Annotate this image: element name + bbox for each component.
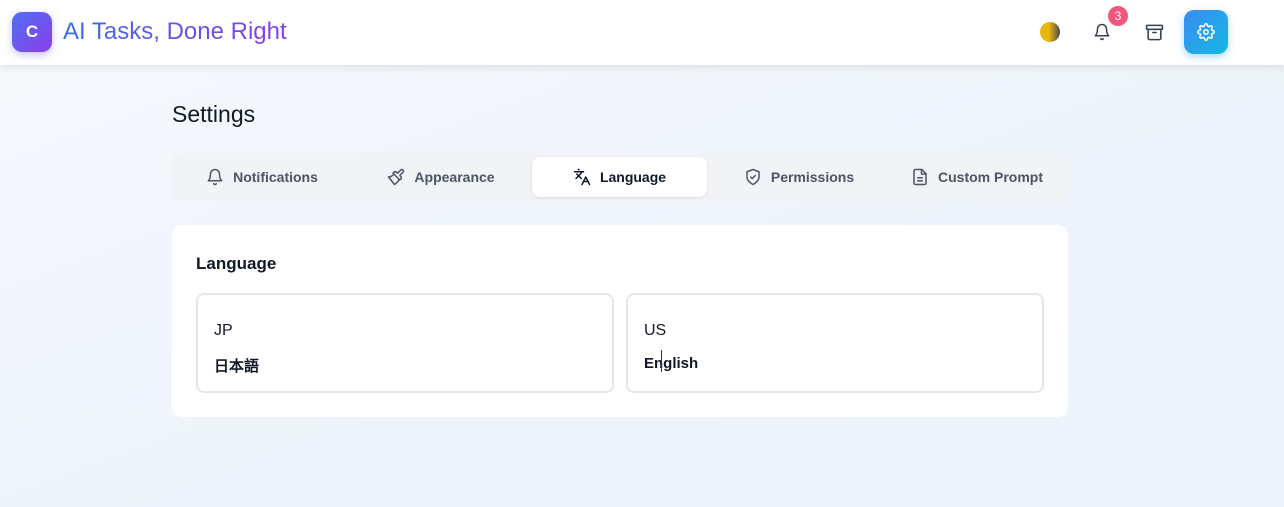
settings-button[interactable] bbox=[1184, 10, 1228, 54]
language-name: English bbox=[644, 355, 699, 372]
document-icon bbox=[913, 168, 927, 186]
translate-icon bbox=[573, 168, 591, 186]
app-logo[interactable]: C bbox=[12, 12, 52, 52]
tab-permissions[interactable]: Permissions bbox=[712, 157, 886, 197]
text-cursor bbox=[661, 350, 662, 372]
tab-notifications[interactable]: Notifications bbox=[176, 157, 348, 197]
settings-tabs: Notifications Appearance Language Permis… bbox=[172, 153, 1068, 201]
language-option-jp[interactable]: JP 日本語 bbox=[196, 293, 614, 393]
gear-icon bbox=[1197, 23, 1215, 41]
language-card: Language JP 日本語 US English bbox=[172, 225, 1068, 417]
tab-language[interactable]: Language bbox=[532, 157, 707, 197]
tab-custom-prompt[interactable]: Custom Prompt bbox=[890, 157, 1064, 197]
tab-label: Permissions bbox=[770, 169, 855, 185]
bell-icon bbox=[1094, 23, 1110, 41]
tab-label: Notifications bbox=[233, 169, 318, 185]
tab-label: Language bbox=[599, 169, 667, 185]
shield-check-icon bbox=[746, 168, 760, 186]
language-code: JP bbox=[214, 322, 233, 339]
archive-icon bbox=[1145, 24, 1163, 40]
top-bar: C AI Tasks, Done Right 3 bbox=[0, 0, 1284, 65]
card-title: Language bbox=[196, 254, 277, 273]
page-title: Settings bbox=[172, 101, 256, 127]
language-code: US bbox=[644, 322, 667, 339]
bell-icon bbox=[207, 168, 223, 186]
notification-count-badge: 3 bbox=[1108, 6, 1128, 26]
app-brand-title[interactable]: AI Tasks, Done Right bbox=[63, 18, 287, 46]
theme-toggle-icon[interactable] bbox=[1040, 22, 1060, 42]
language-option-us[interactable]: US English bbox=[626, 293, 1044, 393]
tab-appearance[interactable]: Appearance bbox=[354, 157, 528, 197]
tab-label: Appearance bbox=[414, 169, 495, 185]
language-name: 日本語 bbox=[214, 358, 260, 375]
archive-button[interactable] bbox=[1139, 17, 1169, 47]
tab-label: Custom Prompt bbox=[938, 169, 1043, 185]
brush-icon bbox=[388, 168, 405, 186]
